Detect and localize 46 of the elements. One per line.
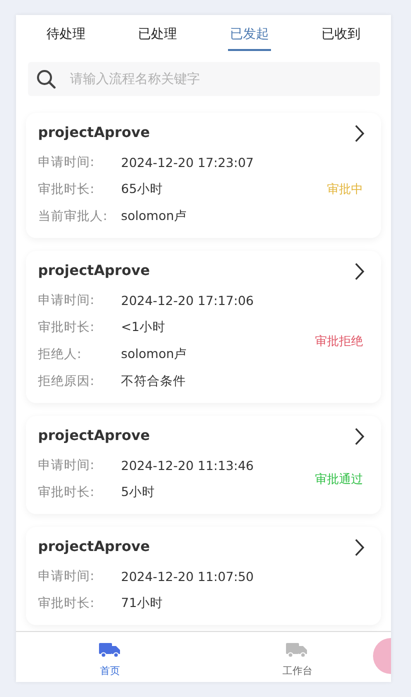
- field-label: 审批时长:: [38, 319, 96, 336]
- card-title: projectAprove: [38, 125, 150, 141]
- field-value: 71小时: [121, 595, 163, 612]
- field-label: 审批时长:: [38, 484, 96, 501]
- chevron-right-icon: [354, 262, 365, 280]
- field-value: 65小时: [121, 181, 163, 198]
- truck-icon: [286, 642, 308, 658]
- request-card[interactable]: projectAprove 申请时间: 2024-12-20 17:17:06 审批时长: <1小时 拒绝人: solomon卢 拒绝原因: 不符合条件 审批拒绝: [26, 251, 381, 403]
- field-label: 拒绝原因:: [38, 373, 96, 390]
- request-card[interactable]: projectAprove 申请时间: 2024-12-20 11:07:50 审批时长: 71小时: [26, 527, 381, 625]
- card-title: projectAprove: [38, 539, 150, 555]
- search-field[interactable]: 请输入流程名称关键字: [28, 62, 380, 96]
- field-value: solomon卢: [121, 208, 188, 225]
- field-label: 申请时间:: [38, 568, 96, 585]
- field-label: 当前审批人:: [38, 208, 108, 225]
- card-title: projectAprove: [38, 428, 150, 444]
- field-label: 审批时长:: [38, 181, 96, 198]
- field-label: 申请时间:: [38, 292, 96, 309]
- request-card[interactable]: projectAprove 申请时间: 2024-12-20 11:13:46 审批时长: 5小时 审批通过: [26, 416, 381, 514]
- tab[interactable]: 已处理: [136, 15, 180, 51]
- nav-item[interactable]: 首页: [70, 632, 150, 682]
- status-text: 审批拒绝: [315, 332, 363, 350]
- card-title: projectAprove: [38, 263, 150, 279]
- field-label: 审批时长:: [38, 595, 96, 612]
- field-value: <1小时: [121, 319, 166, 336]
- nav-item[interactable]: 工作台: [257, 632, 338, 682]
- field-value: 5小时: [121, 484, 155, 501]
- tab[interactable]: 已发起: [228, 15, 271, 51]
- field-value: 2024-12-20 17:23:07: [121, 155, 254, 170]
- field-label: 申请时间:: [38, 457, 96, 474]
- field-value: 2024-12-20 17:17:06: [121, 293, 254, 308]
- field-label: 申请时间:: [38, 154, 96, 171]
- field-label: 拒绝人:: [38, 346, 82, 363]
- status-text: 审批中: [327, 181, 363, 198]
- request-card[interactable]: projectAprove 申请时间: 2024-12-20 17:23:07 审批时长: 65小时 当前审批人: solomon卢 审批中: [26, 113, 381, 238]
- chevron-right-icon: [354, 426, 365, 446]
- field-value: 2024-12-20 11:13:46: [121, 458, 254, 473]
- field-value: solomon卢: [121, 346, 188, 363]
- field-value: 2024-12-20 11:07:50: [121, 569, 254, 584]
- field-value: 不符合条件: [121, 373, 186, 390]
- chevron-right-icon: [354, 124, 365, 142]
- truck-icon: [98, 642, 121, 658]
- tab[interactable]: 待处理: [44, 15, 88, 51]
- chevron-right-icon: [354, 538, 365, 556]
- tab[interactable]: 已收到: [320, 15, 363, 51]
- status-text: 审批通过: [315, 470, 363, 488]
